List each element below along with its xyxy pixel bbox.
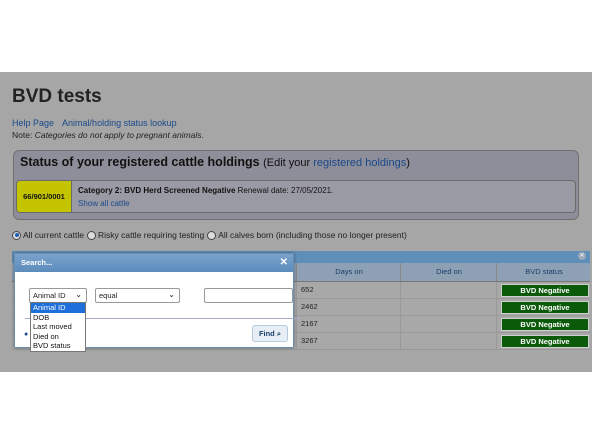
close-icon[interactable]: ✕ xyxy=(280,257,288,268)
died-on-cell xyxy=(400,299,497,315)
bvd-status-cell: BVD Negative xyxy=(496,299,591,315)
radio-button[interactable] xyxy=(86,230,96,240)
column-died-on[interactable]: Died on xyxy=(400,263,497,281)
days-on-cell: 2167 xyxy=(296,316,401,332)
column-bvd-status[interactable]: BVD status xyxy=(496,263,591,281)
edit-prefix: (Edit your xyxy=(263,157,311,169)
add-rule-icon[interactable]: ● xyxy=(24,331,28,338)
radio-all-calves[interactable]: All calves born (including those no long… xyxy=(207,230,407,240)
note-text: Categories do not apply to pregnant anim… xyxy=(34,130,204,140)
dialog-title-bar[interactable]: Search... ✕ xyxy=(15,254,293,272)
option-dob[interactable]: DOB xyxy=(31,313,85,323)
died-on-cell xyxy=(400,333,497,349)
find-button[interactable]: Find ⌕ xyxy=(252,325,288,342)
holding-category: Category 2: BVD Herd Screened Negative R… xyxy=(78,186,333,195)
bvd-status-badge: BVD Negative xyxy=(501,318,589,331)
bvd-status-cell: BVD Negative xyxy=(496,333,591,349)
option-bvd-status[interactable]: BVD status xyxy=(31,341,85,351)
status-panel: Status of your registered cattle holding… xyxy=(13,150,579,220)
days-on-cell: 2462 xyxy=(296,299,401,315)
died-on-cell xyxy=(400,282,497,298)
bvd-status-cell: BVD Negative xyxy=(496,316,591,332)
status-title: Status of your registered cattle holding… xyxy=(20,155,410,169)
search-icon: ⌕ xyxy=(276,329,282,338)
page-title: BVD tests xyxy=(12,86,102,107)
radio-label: All current cattle xyxy=(23,230,84,240)
dialog-title: Search... xyxy=(21,258,53,267)
bvd-status-badge: BVD Negative xyxy=(501,301,589,314)
radio-all-current[interactable]: All current cattle xyxy=(12,230,84,240)
field-select-value: Animal ID xyxy=(33,291,66,300)
help-page-link[interactable]: Help Page xyxy=(12,118,54,128)
option-last-moved[interactable]: Last moved xyxy=(31,322,85,332)
chevron-down-icon: ⌄ xyxy=(168,290,175,299)
cattle-filter-radios: All current cattle Risky cattle requirin… xyxy=(12,230,410,240)
status-heading: Status of your registered cattle holding… xyxy=(20,155,260,169)
radio-label: All calves born (including those no long… xyxy=(218,230,407,240)
find-button-label: Find xyxy=(258,329,275,338)
search-operator-select[interactable]: equal ⌄ xyxy=(95,288,180,303)
operator-select-value: equal xyxy=(99,291,118,300)
option-died-on[interactable]: Died on xyxy=(31,332,85,342)
bvd-status-badge: BVD Negative xyxy=(501,284,589,297)
bvd-status-badge: BVD Negative xyxy=(501,335,589,348)
grid-close-icon[interactable]: ✕ xyxy=(578,252,586,260)
registered-holdings-link[interactable]: registered holdings xyxy=(313,157,406,169)
edit-holdings-text: (Edit your registered holdings) xyxy=(263,157,410,169)
holding-category-label: Category 2: BVD Herd Screened Negative xyxy=(78,186,236,195)
search-field-select[interactable]: Animal ID ⌄ xyxy=(29,288,87,303)
edit-suffix: ) xyxy=(406,157,410,169)
radio-risky-cattle[interactable]: Risky cattle requiring testing xyxy=(86,230,205,240)
radio-button[interactable] xyxy=(12,230,21,240)
animal-holding-lookup-link[interactable]: Animal/holding status lookup xyxy=(62,118,177,128)
holding-renewal: Renewal date: 27/05/2021. xyxy=(237,186,334,195)
days-on-cell: 652 xyxy=(296,282,401,298)
nav-links: Help Page Animal/holding status lookup xyxy=(12,118,183,128)
show-all-cattle-link[interactable]: Show all cattle xyxy=(78,199,130,208)
chevron-down-icon: ⌄ xyxy=(75,290,82,299)
died-on-cell xyxy=(400,316,497,332)
radio-button[interactable] xyxy=(207,230,217,240)
bvd-status-cell: BVD Negative xyxy=(496,282,591,298)
note: Note: Categories do not apply to pregnan… xyxy=(12,130,204,140)
days-on-cell: 3267 xyxy=(296,333,401,349)
holding-id-badge: 66/901/0001 xyxy=(17,181,72,212)
holding-row: 66/901/0001 Category 2: BVD Herd Screene… xyxy=(16,180,576,213)
option-animal-id[interactable]: Animal ID xyxy=(31,303,85,313)
search-value-input[interactable] xyxy=(204,288,293,303)
column-days-on[interactable]: Days on xyxy=(296,263,401,281)
radio-label: Risky cattle requiring testing xyxy=(97,230,205,240)
field-options-dropdown: Animal ID DOB Last moved Died on BVD sta… xyxy=(30,302,86,352)
note-prefix: Note: xyxy=(12,130,33,140)
